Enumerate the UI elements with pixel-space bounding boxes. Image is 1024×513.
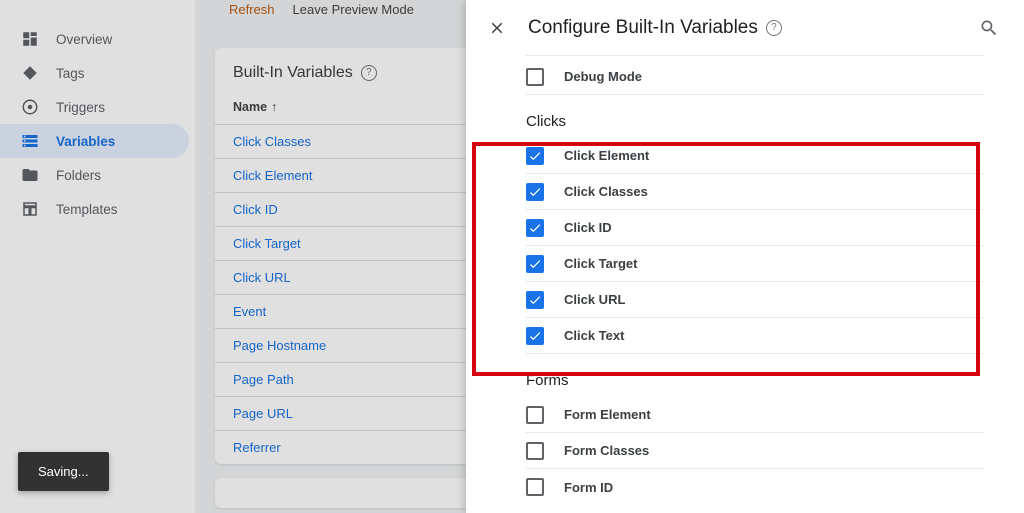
sidebar-item-label: Templates — [56, 202, 118, 217]
variables-icon — [20, 131, 40, 151]
checkbox-icon[interactable] — [526, 219, 544, 237]
sidebar-item-label: Triggers — [56, 100, 105, 115]
sidebar-item-templates[interactable]: Templates — [0, 192, 195, 226]
sidebar-item-label: Tags — [56, 66, 85, 81]
search-icon[interactable] — [972, 11, 1006, 45]
checkbox-row-debug-mode[interactable]: Debug Mode — [526, 59, 984, 95]
checkbox-label: Click Classes — [564, 184, 648, 199]
checkbox-label: Click Element — [564, 148, 649, 163]
panel-title: Configure Built-In Variables — [528, 17, 758, 39]
checkbox-icon[interactable] — [526, 406, 544, 424]
checkbox-row-click-url[interactable]: Click URL — [526, 282, 984, 318]
section-heading-clicks: Clicks — [526, 113, 984, 130]
tag-icon — [20, 63, 40, 83]
checkbox-label: Form Classes — [564, 443, 649, 458]
checkbox-row-click-classes[interactable]: Click Classes — [526, 174, 984, 210]
checkbox-icon[interactable] — [526, 478, 544, 496]
checkbox-icon[interactable] — [526, 291, 544, 309]
sidebar-item-overview[interactable]: Overview — [0, 22, 195, 56]
dashboard-icon — [20, 29, 40, 49]
sidebar: Overview Tags Triggers Variables Folders… — [0, 0, 195, 513]
sidebar-item-label: Overview — [56, 32, 112, 47]
checkbox-label: Debug Mode — [564, 69, 642, 84]
panel-body: Debug Mode Clicks Click Element Click Cl… — [466, 55, 1024, 513]
checkbox-row-form-id[interactable]: Form ID — [526, 469, 984, 505]
sidebar-item-label: Variables — [56, 134, 115, 149]
checkbox-label: Click Text — [564, 328, 624, 343]
column-header-label: Name — [233, 100, 267, 114]
checkbox-row-click-id[interactable]: Click ID — [526, 210, 984, 246]
checkbox-label: Form ID — [564, 480, 613, 495]
checkbox-row-click-target[interactable]: Click Target — [526, 246, 984, 282]
checkbox-icon[interactable] — [526, 147, 544, 165]
checkbox-icon[interactable] — [526, 442, 544, 460]
help-icon[interactable]: ? — [361, 65, 377, 81]
checkbox-row-form-element[interactable]: Form Element — [526, 397, 984, 433]
sidebar-item-folders[interactable]: Folders — [0, 158, 195, 192]
checkbox-icon[interactable] — [526, 68, 544, 86]
section-heading-forms: Forms — [526, 372, 984, 389]
configure-panel: Configure Built-In Variables ? Debug Mod… — [466, 0, 1024, 513]
toast-text: Saving... — [38, 464, 89, 479]
checkbox-label: Click Target — [564, 256, 637, 271]
checkbox-row-form-classes[interactable]: Form Classes — [526, 433, 984, 469]
sidebar-item-tags[interactable]: Tags — [0, 56, 195, 90]
sort-asc-icon: ↑ — [271, 100, 277, 114]
close-icon[interactable] — [480, 11, 514, 45]
checkbox-label: Form Element — [564, 407, 651, 422]
checkbox-label: Click ID — [564, 220, 612, 235]
checkbox-label: Click URL — [564, 292, 625, 307]
saving-toast: Saving... — [18, 452, 109, 491]
leave-preview-link[interactable]: Leave Preview Mode — [293, 2, 414, 17]
card-title: Built-In Variables — [233, 64, 353, 82]
panel-header: Configure Built-In Variables ? — [466, 0, 1024, 55]
target-icon — [20, 97, 40, 117]
checkbox-row-click-element[interactable]: Click Element — [526, 138, 984, 174]
checkbox-icon[interactable] — [526, 327, 544, 345]
folder-icon — [20, 165, 40, 185]
sidebar-item-label: Folders — [56, 168, 101, 183]
checkbox-row-click-text[interactable]: Click Text — [526, 318, 984, 354]
checkbox-icon[interactable] — [526, 183, 544, 201]
sidebar-item-triggers[interactable]: Triggers — [0, 90, 195, 124]
template-icon — [20, 199, 40, 219]
checkbox-icon[interactable] — [526, 255, 544, 273]
refresh-link[interactable]: Refresh — [229, 2, 275, 17]
sidebar-item-variables[interactable]: Variables — [0, 124, 189, 158]
help-icon[interactable]: ? — [766, 20, 782, 36]
